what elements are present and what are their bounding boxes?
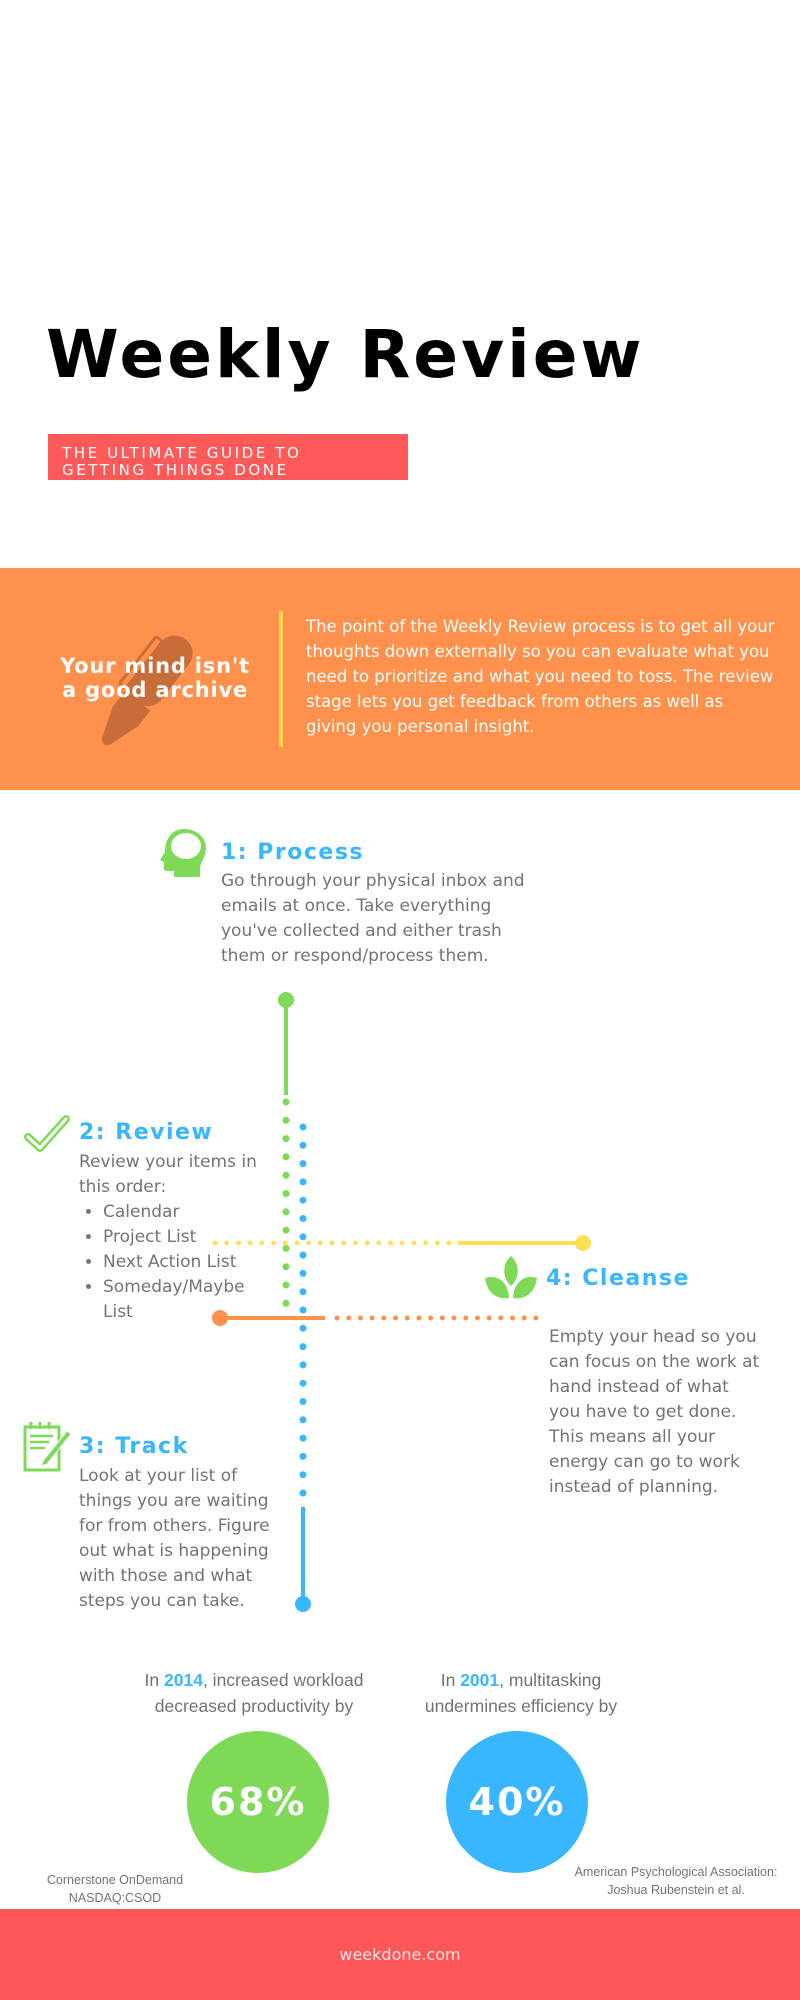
review-order-list: Calendar Project List Next Action List S… (79, 1200, 264, 1325)
stat-2-source: American Psychological Association: Josh… (556, 1863, 796, 1899)
stat-2-circle: 40% (446, 1731, 588, 1873)
list-item: Someday/Maybe List (103, 1275, 245, 1325)
stat-1-caption: In 2014, increased workload decreased pr… (104, 1664, 404, 1722)
step-2-heading: 2: Review (79, 1120, 214, 1145)
list-item: Calendar (103, 1200, 264, 1225)
notepad-pencil-icon (23, 1422, 72, 1472)
stat-2-prefix: In (440, 1670, 461, 1690)
footer-link[interactable]: weekdone.com (339, 1945, 460, 1964)
head-icon (160, 829, 206, 877)
step-2-intro: Review your items in this order: (79, 1152, 257, 1197)
stat-1-source-line-2: NASDAQ:CSOD (68, 1891, 162, 1905)
list-item: Next Action List (103, 1250, 264, 1275)
stat-1-prefix: In (144, 1670, 165, 1690)
step-4-heading: 4: Cleanse (546, 1266, 690, 1291)
checkmark-icon (24, 1115, 70, 1152)
step-1-heading: 1: Process (221, 840, 365, 865)
blue-line-end-dot (295, 1596, 311, 1612)
stat-2-year: 2001 (460, 1670, 500, 1690)
yellow-line-end-dot (575, 1235, 591, 1251)
list-item: Project List (103, 1225, 264, 1250)
stat-1-circle: 68% (187, 1731, 329, 1873)
stat-2-suffix: , multitasking (499, 1670, 602, 1690)
stat-1-suffix: , increased workload (202, 1670, 364, 1690)
stat-1-source: Cornerstone OnDemand NASDAQ:CSOD (15, 1871, 215, 1907)
sprout-icon (485, 1256, 537, 1299)
step-2-body: Review your items in this order: Calenda… (79, 1150, 264, 1325)
step-4-body: Empty your head so you can focus on the … (549, 1327, 760, 1497)
stat-2-source-line-1: American Psychological Association: (574, 1865, 778, 1879)
step-3-heading: 3: Track (79, 1434, 189, 1459)
stat-2-source-line-2: Joshua Rubenstein et al. (607, 1883, 745, 1897)
footer: weekdone.com (0, 1909, 800, 2000)
stat-1-year: 2014 (164, 1670, 203, 1690)
step-3-body: Look at your list of things you are wait… (79, 1466, 270, 1611)
stat-2-line-2: undermines efficiency by (424, 1696, 618, 1716)
step-1-body: Go through your physical inbox and email… (221, 871, 525, 966)
stat-1-source-line-1: Cornerstone OnDemand (46, 1873, 184, 1887)
stat-2-caption: In 2001, multitasking undermines efficie… (371, 1664, 671, 1722)
